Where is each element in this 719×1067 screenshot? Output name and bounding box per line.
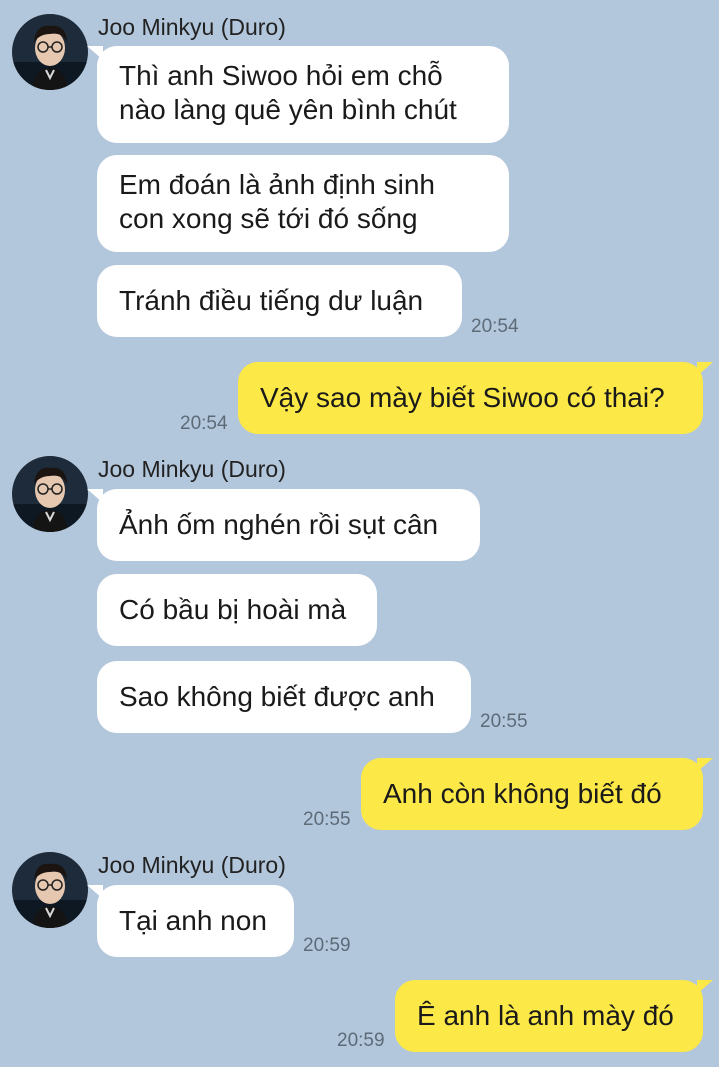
incoming-message-bubble[interactable]: Em đoán là ảnh định sinh con xong sẽ tới … [97,155,509,252]
avatar-photo [12,852,88,928]
outgoing-message-bubble[interactable]: Ê anh là anh mày đó [395,980,713,1052]
message-timestamp: 20:55 [480,711,528,732]
sender-name: Joo Minkyu (Duro) [98,14,286,40]
sender-name: Joo Minkyu (Duro) [98,456,286,482]
message-timestamp: 20:54 [471,316,519,337]
outgoing-message-bubble[interactable]: Vậy sao mày biết Siwoo có thai? [238,362,713,434]
sender-avatar[interactable] [12,14,88,90]
chat-message-list[interactable]: Joo Minkyu (Duro) Thì anh Siwoo hỏi em c… [0,0,719,1067]
message-timestamp: 20:59 [337,1030,385,1051]
incoming-message-bubble[interactable]: Có bầu bị hoài mà [97,574,377,646]
incoming-message-bubble[interactable]: Ảnh ốm nghén rồi sụt cân [87,489,480,561]
incoming-message-bubble[interactable]: Thì anh Siwoo hỏi em chỗ nào làng quê yên… [87,46,509,143]
incoming-message-bubble[interactable]: Tránh điều tiếng dư luận [97,265,462,337]
avatar-photo [12,456,88,532]
sender-avatar[interactable] [12,852,88,928]
sender-name: Joo Minkyu (Duro) [98,852,286,878]
outgoing-message-bubble[interactable]: Anh còn không biết đó [361,758,713,830]
incoming-message-bubble[interactable]: Tại anh non [87,885,294,957]
avatar-photo [12,14,88,90]
incoming-message-bubble[interactable]: Sao không biết được anh [97,661,471,733]
message-timestamp: 20:54 [180,413,228,434]
sender-avatar[interactable] [12,456,88,532]
message-timestamp: 20:59 [303,935,351,956]
message-timestamp: 20:55 [303,809,351,830]
